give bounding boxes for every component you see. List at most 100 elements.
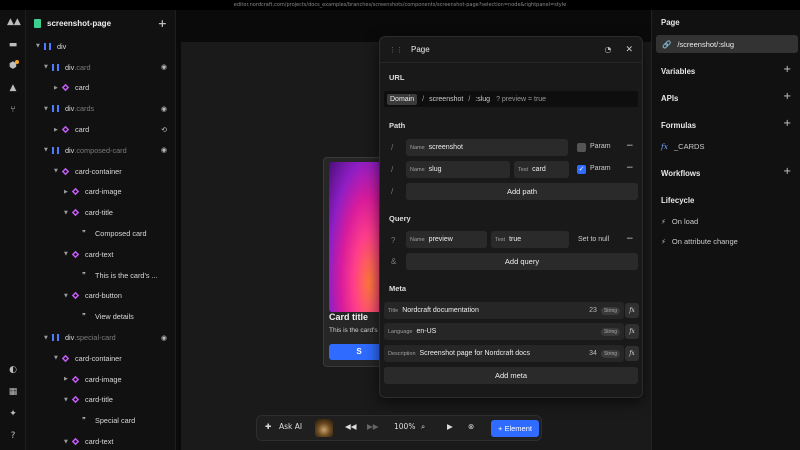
tree-row[interactable]: ❞ This is the card's ... [26,265,175,286]
apis-heading[interactable]: APIs [661,94,678,103]
formulas-heading[interactable]: Formulas [661,121,696,130]
play-icon[interactable]: ▶ [447,422,453,431]
eye-icon[interactable]: ◉ [161,105,167,113]
card-text: This is the card's [329,327,378,334]
path-name-field[interactable]: Name slug [406,161,510,178]
bulb-icon[interactable]: ✦ [7,408,19,420]
query-test-field[interactable]: Test true [491,231,569,248]
add-query-button[interactable]: Add query [406,253,638,270]
set-to-null-button[interactable]: Set to null [578,236,609,243]
warning-icon[interactable]: ▲ [7,82,19,94]
add-api-button[interactable]: + [783,91,791,102]
tree-row[interactable]: ▼ card-title [26,202,175,223]
tree-row[interactable]: ▼ card-container [26,348,175,369]
add-meta-button[interactable]: Add meta [384,367,638,384]
tree-row[interactable]: ▼ div .card ◉ [26,57,175,78]
tree-row[interactable]: ❞ View details [26,306,175,327]
chevron-right-icon[interactable]: ▶ [54,85,62,91]
add-element-button[interactable]: + Element [491,420,539,437]
field-value: slug [428,166,442,173]
chevron-right-icon[interactable]: ▶ [54,127,62,133]
help-icon[interactable]: ? [7,430,19,442]
components-icon[interactable]: ⬢ [7,60,19,72]
page-name[interactable]: screenshot-page [47,19,111,28]
grid-icon[interactable]: ▦ [7,386,19,398]
chevron-down-icon[interactable]: ▼ [44,335,52,341]
history-icon[interactable]: ◔ [604,45,611,54]
tree-row[interactable]: ▶ card-image [26,182,175,203]
remove-path-button[interactable]: − [626,163,634,173]
folder-icon[interactable]: ▬ [7,39,19,51]
meta-description-row[interactable]: Description Screenshot page for Nordcraft… [384,345,624,362]
close-icon[interactable]: ✕ [625,45,633,55]
chevron-down-icon[interactable]: ▼ [64,210,72,216]
remove-query-button[interactable]: − [626,234,634,244]
add-workflow-button[interactable]: + [783,166,791,177]
logo-icon[interactable]: ▲▲ [7,16,21,28]
chevron-down-icon[interactable]: ▼ [44,147,52,153]
chevron-down-icon[interactable]: ▼ [64,293,72,299]
tree-row[interactable]: ▼ card-text [26,431,175,450]
tree-row[interactable]: ▼ card-text [26,244,175,265]
tree-row[interactable]: ▶ card [26,78,175,99]
redo-icon[interactable]: ▶▶ [367,422,379,431]
tree-row[interactable]: ▼ div .cards ◉ [26,98,175,119]
repeat-icon[interactable]: ⟲ [161,126,167,134]
tree-row[interactable]: ▶ card ⟲ [26,119,175,140]
meta-language-row[interactable]: Language en-US String [384,323,624,340]
formula-button[interactable]: fx [625,324,639,339]
tree-row[interactable]: ▼ card-title [26,390,175,411]
tree-row[interactable]: ▼ card-container [26,161,175,182]
chevron-down-icon[interactable]: ▼ [44,64,52,70]
on-load-item[interactable]: ⚡ On load [661,217,698,226]
tree-row[interactable]: ▼ div [26,36,175,57]
meta-title-row[interactable]: Title Nordcraft documentation 23 String [384,302,624,319]
page-route-item[interactable]: 🔗 /screenshot/:slug [656,35,798,53]
add-page-button[interactable]: + [158,17,167,30]
theme-icon[interactable]: ◐ [7,364,19,376]
eye-icon[interactable]: ◉ [161,146,167,154]
ask-ai-button[interactable]: Ask AI [279,422,302,431]
on-attribute-change-item[interactable]: ⚡ On attribute change [661,237,738,246]
chevron-down-icon[interactable]: ▼ [64,439,72,445]
chevron-down-icon[interactable]: ▼ [64,397,72,403]
eye-icon[interactable]: ◉ [161,63,167,71]
path-test-field[interactable]: Test card [514,161,569,178]
tree-row[interactable]: ❞ Composed card [26,223,175,244]
preview-thumbnail[interactable] [315,419,333,437]
formula-item[interactable]: fx _CARDS [661,142,704,151]
param-checkbox[interactable] [577,143,586,152]
chevron-down-icon[interactable]: ▼ [44,106,52,112]
branch-icon[interactable]: ⑂ [7,104,19,116]
remove-path-button[interactable]: − [626,141,634,151]
undo-icon[interactable]: ◀◀ [345,422,357,431]
zoom-icon[interactable]: ⌕ [421,422,425,432]
zoom-level[interactable]: 100% [394,422,415,431]
param-checkbox-checked[interactable]: ✓ [577,165,586,174]
tree-row[interactable]: ▼ div .special-card ◉ [26,327,175,348]
sparkle-icon[interactable]: ✚ [265,422,271,431]
add-variable-button[interactable]: + [783,64,791,75]
dialog-header[interactable]: ⋮⋮ Page ◔ ✕ [380,37,642,63]
formula-button[interactable]: fx [625,346,639,361]
chevron-right-icon[interactable]: ▶ [64,189,72,195]
drag-handle-icon[interactable]: ⋮⋮ [389,46,403,54]
tree-row[interactable]: ❞ Special card [26,410,175,431]
eye-icon[interactable]: ◉ [161,334,167,342]
tree-row[interactable]: ▶ card-image [26,369,175,390]
add-formula-button[interactable]: + [783,118,791,129]
variables-heading[interactable]: Variables [661,67,695,76]
preview-card[interactable]: Card title This is the card's S [323,157,385,367]
tree-row[interactable]: ▼ div .composed-card ◉ [26,140,175,161]
query-name-field[interactable]: Name preview [406,231,487,248]
stop-icon[interactable]: ⊗ [468,422,474,431]
tree-row-label: Composed card [95,229,147,239]
add-path-button[interactable]: Add path [406,183,638,200]
browser-url[interactable]: editor.nordcraft.com/projects/docs_examp… [0,0,800,10]
chevron-down-icon[interactable]: ▼ [36,43,44,49]
tree-row[interactable]: ▼ card-button [26,286,175,307]
card-button[interactable]: S [329,344,384,360]
path-name-field[interactable]: Name screenshot [406,139,568,156]
workflows-heading[interactable]: Workflows [661,169,700,178]
formula-button[interactable]: fx [625,303,639,318]
